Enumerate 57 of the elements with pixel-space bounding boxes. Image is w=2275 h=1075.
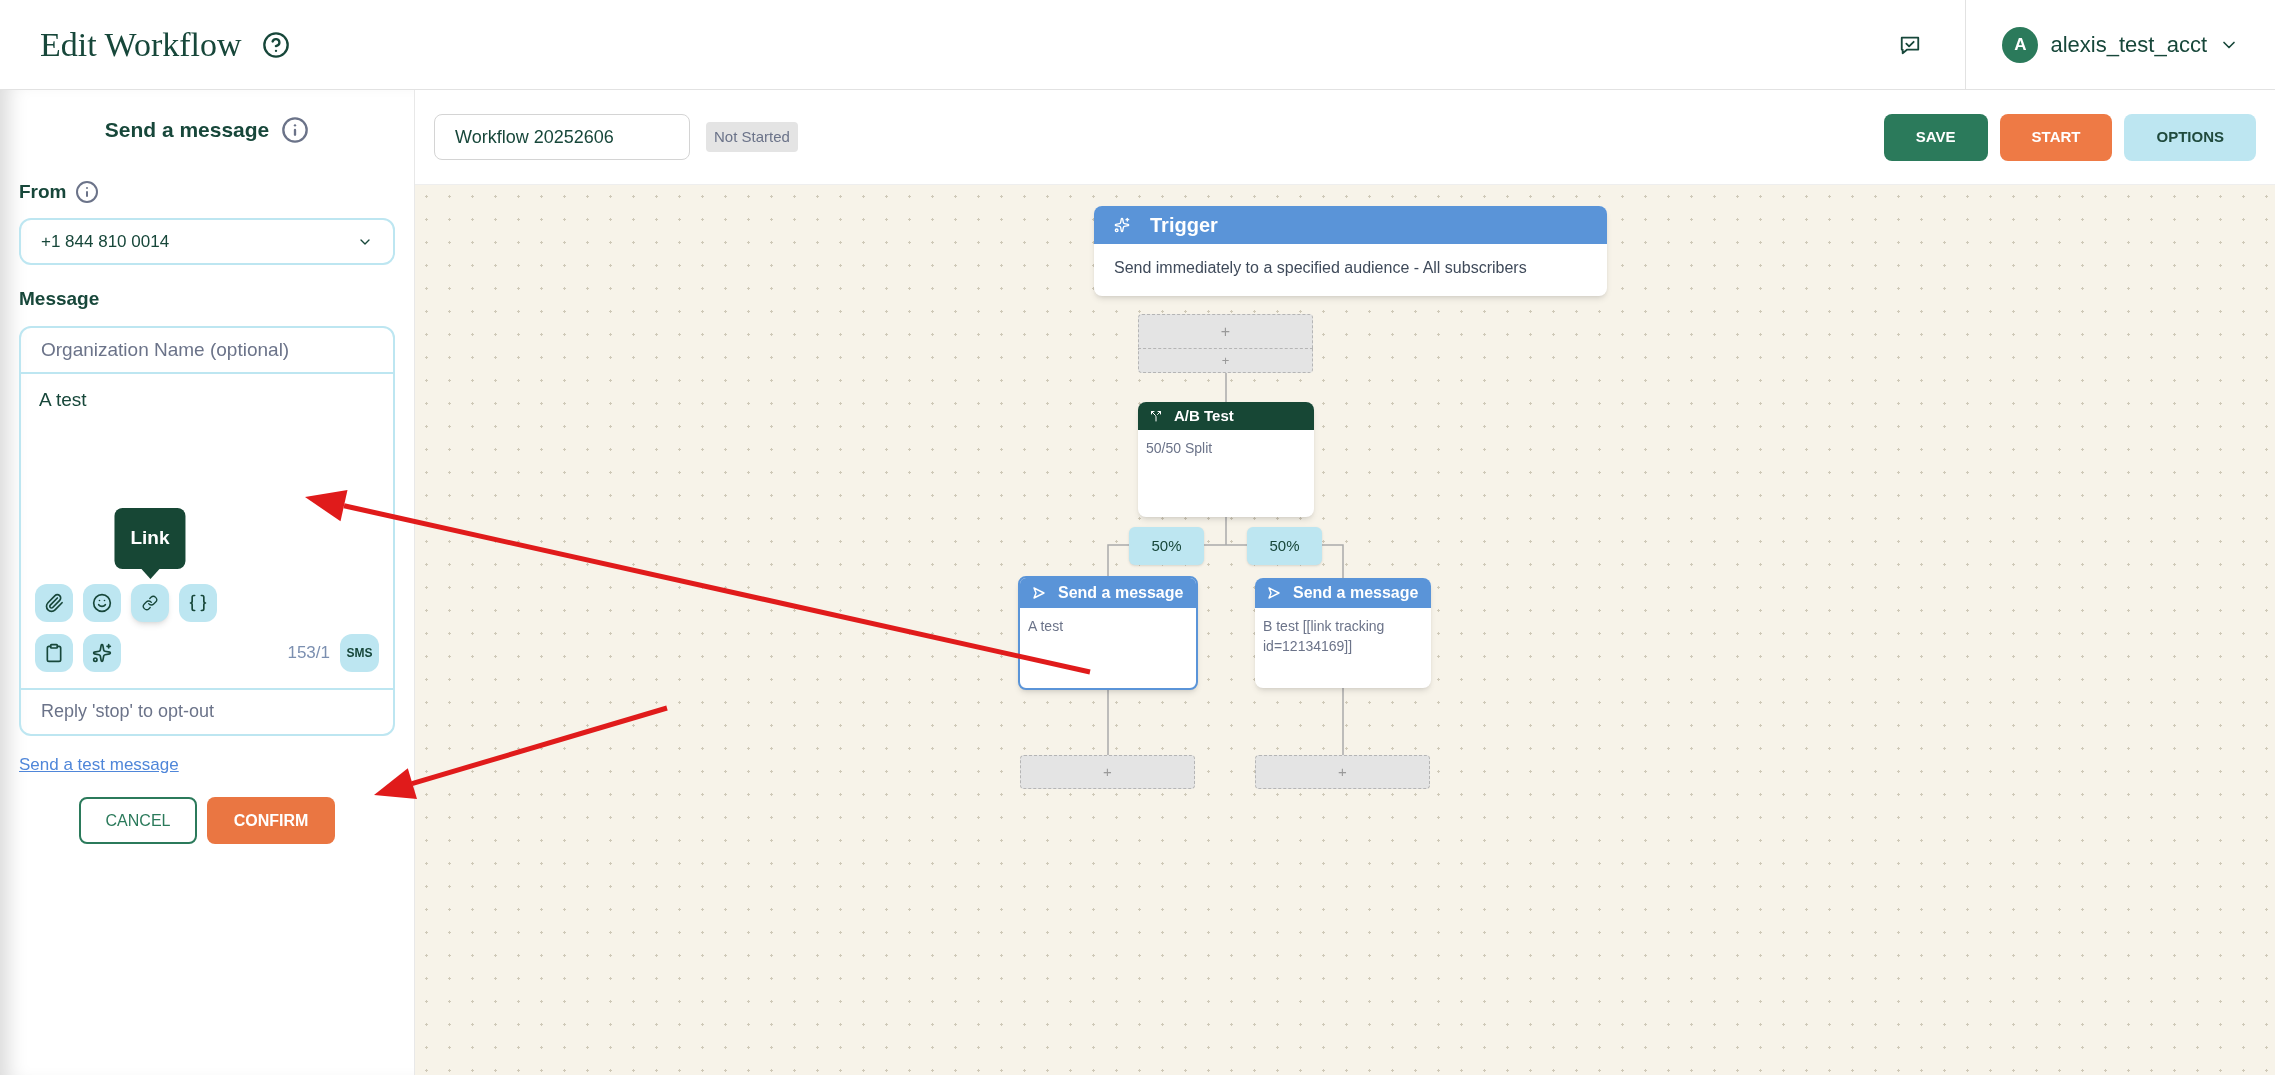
connector-line	[1225, 372, 1227, 403]
page-title: Edit Workflow	[40, 25, 242, 65]
trigger-node[interactable]: Trigger Send immediately to a specified audience - All subscribers	[1094, 206, 1607, 296]
split-percent: 50%	[1129, 527, 1204, 565]
status-badge: Not Started	[706, 121, 798, 153]
link-button[interactable]	[131, 583, 169, 622]
node-title: Trigger	[1150, 213, 1218, 238]
character-count: 153/1	[287, 641, 330, 664]
info-icon[interactable]	[74, 179, 99, 204]
node-description: 50/50 Split	[1145, 439, 1214, 458]
node-title: Send a message	[1293, 583, 1419, 603]
node-title: A/B Test	[1174, 405, 1234, 426]
panel-title: Send a message	[104, 117, 270, 143]
link-icon	[142, 594, 158, 611]
message-field[interactable]: A test	[35, 385, 379, 446]
organization-name-field[interactable]: Organization Name (optional)	[21, 327, 393, 374]
confirm-button[interactable]: CONFIRM	[207, 797, 335, 844]
smiley-icon	[92, 592, 112, 613]
ab-test-node[interactable]: A/B Test 50/50 Split	[1138, 402, 1314, 517]
avatar[interactable]: A	[2002, 26, 2039, 63]
toolbar-button[interactable]: SAVE	[1883, 113, 1988, 161]
sparkles-icon	[92, 642, 112, 663]
cancel-button[interactable]: CANCEL	[79, 797, 197, 844]
split-icon	[1150, 410, 1162, 422]
send-icon	[1032, 586, 1046, 600]
from-select[interactable]: +1 844 810 0014	[19, 218, 395, 265]
from-label: From	[19, 179, 67, 204]
send-test-link[interactable]: Send a test message	[19, 751, 179, 777]
node-description: Send immediately to a specified audience - All subscribers	[1113, 258, 1528, 278]
attach-button[interactable]	[35, 583, 73, 622]
sparkles-icon	[1114, 217, 1130, 233]
variables-button[interactable]	[179, 583, 217, 622]
emoji-button[interactable]	[83, 583, 121, 622]
node-description: B test [[link tracking id=12134169]]	[1262, 617, 1386, 656]
info-icon[interactable]	[281, 115, 310, 144]
paperclip-icon	[44, 592, 64, 613]
channel-badge: SMS	[340, 633, 379, 672]
message-node[interactable]: Send a message B test [[link tracking id=12134169]]	[1255, 578, 1431, 688]
message-label: Message	[19, 287, 101, 311]
clipboard-icon	[44, 642, 64, 663]
help-icon[interactable]	[261, 30, 290, 59]
split-percent: 50%	[1247, 527, 1322, 565]
send-icon	[1267, 586, 1281, 600]
clipboard-button[interactable]	[35, 633, 73, 672]
node-title: Send a message	[1058, 583, 1184, 603]
account-name[interactable]: alexis_test_acct	[2050, 28, 2207, 61]
toolbar-button[interactable]: OPTIONS	[2124, 113, 2256, 161]
sparkles-button[interactable]	[83, 633, 121, 672]
message-node[interactable]: Send a message A test	[1018, 576, 1198, 690]
connector-line	[1342, 687, 1344, 756]
tooltip: Link	[114, 508, 186, 579]
connector-line	[1107, 689, 1109, 756]
braces-icon	[188, 592, 208, 613]
toolbar-button[interactable]: START	[1999, 113, 2113, 161]
node-description: A test	[1027, 617, 1065, 636]
opt-out-text: Reply 'stop' to opt-out	[21, 687, 393, 734]
workflow-name-field[interactable]: Workflow 20252606	[434, 114, 690, 160]
